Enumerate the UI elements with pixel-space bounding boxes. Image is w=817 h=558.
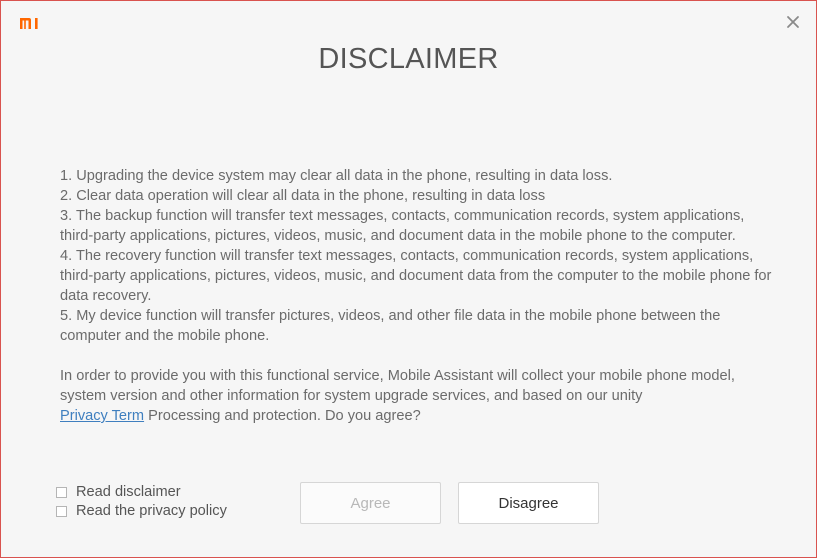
privacy-term-link[interactable]: Privacy Term [60,408,144,424]
disclaimer-item: 4. The recovery function will transfer t… [60,248,772,304]
disclaimer-item: 5. My device function will transfer pict… [60,308,721,344]
disagree-button[interactable]: Disagree [458,482,599,524]
mi-logo-icon [20,18,38,29]
disclaimer-text: 1. Upgrading the device system may clear… [60,166,775,426]
read-disclaimer-label: Read disclaimer [76,484,181,500]
agree-button[interactable]: Agree [300,482,441,524]
privacy-notice: In order to provide you with this functi… [60,366,775,426]
privacy-notice-question: Processing and protection. Do you agree? [144,408,421,424]
disclaimer-item: 2. Clear data operation will clear all d… [60,188,546,204]
disclaimer-dialog: DISCLAIMER 1. Upgrading the device syste… [0,0,817,558]
disclaimer-item: 3. The backup function will transfer tex… [60,208,745,244]
read-disclaimer-checkbox-row[interactable]: Read disclaimer [56,483,227,501]
consent-checkboxes: Read disclaimer Read the privacy policy [56,483,227,521]
disclaimer-item: 1. Upgrading the device system may clear… [60,168,613,184]
read-privacy-checkbox-row[interactable]: Read the privacy policy [56,502,227,520]
read-privacy-checkbox[interactable] [56,505,67,517]
read-privacy-label: Read the privacy policy [76,503,227,519]
privacy-notice-text: In order to provide you with this functi… [60,368,735,404]
read-disclaimer-checkbox[interactable] [56,486,67,498]
dialog-title: DISCLAIMER [318,43,499,75]
close-icon[interactable] [785,14,801,30]
